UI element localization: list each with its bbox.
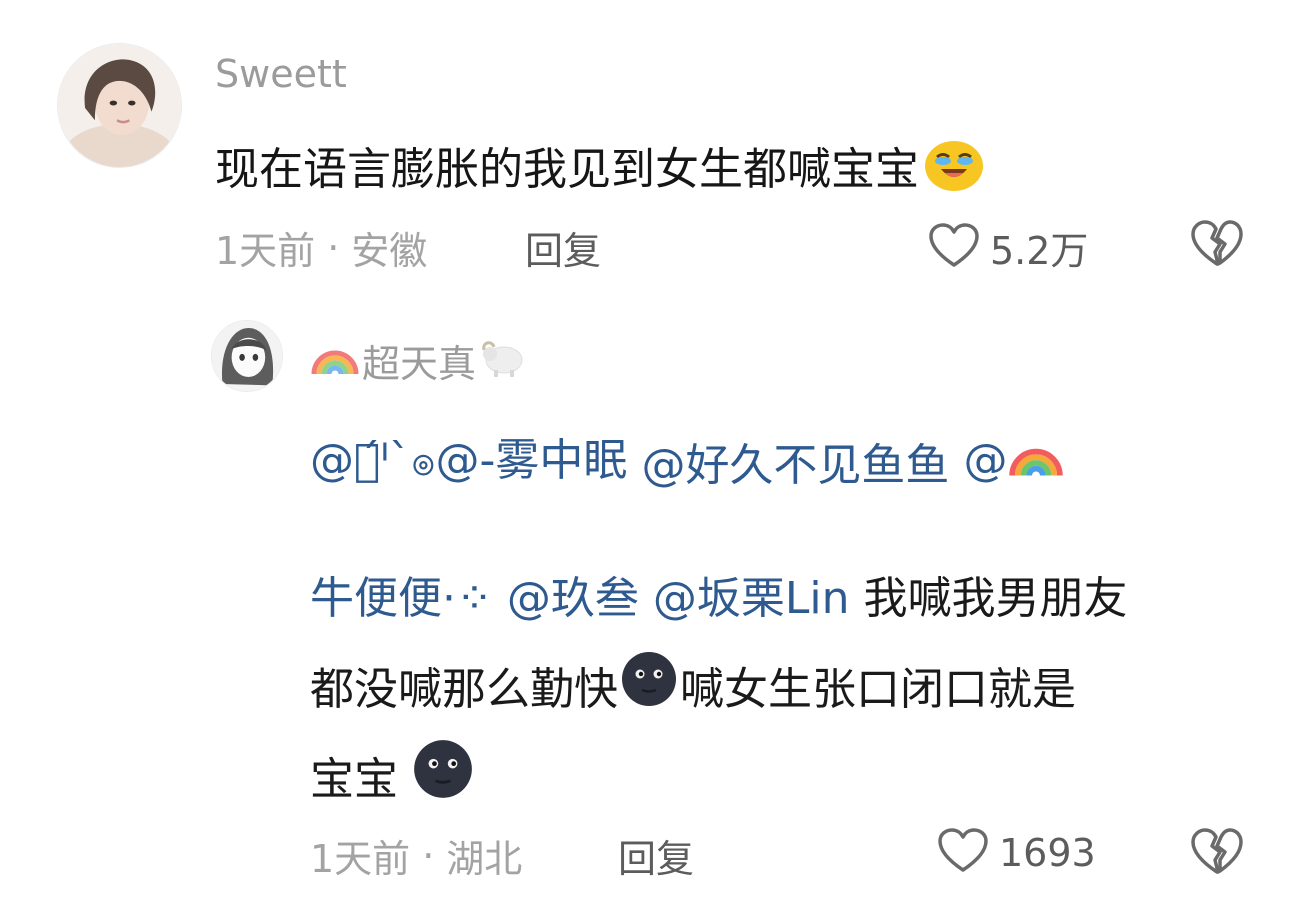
meta-separator: · xyxy=(327,225,340,270)
new-moon-face-emoji-icon xyxy=(412,738,474,811)
mention-link[interactable]: @ၜ́ᑊ`ၜ@-雾中眠 xyxy=(310,424,627,497)
reply-text-line: 都没喊那么勤快 喊女生张口闭口就是 xyxy=(310,650,1076,719)
heart-icon xyxy=(928,222,980,273)
comment-username[interactable]: Sweett xyxy=(215,52,347,96)
mention-link[interactable]: @坂栗Lin xyxy=(653,562,850,626)
reply-text-line: 宝宝 xyxy=(310,738,474,811)
mention-link[interactable]: @好久不见鱼鱼 xyxy=(641,429,949,493)
comment-dislike-button[interactable] xyxy=(1190,220,1244,272)
crying-laughing-emoji-icon xyxy=(923,138,985,193)
reply-text-line: 牛便便·⁘ @玖叁 @坂栗Lin 我喊我男朋友 xyxy=(310,562,1127,626)
reply-like-count: 1693 xyxy=(999,831,1096,875)
comment-location: 安徽 xyxy=(351,229,428,273)
avatar-sweett[interactable] xyxy=(57,43,182,168)
ram-icon xyxy=(478,334,528,387)
reply-meta: 1天前 · 湖北 xyxy=(310,828,522,883)
reply-mentions-line: @ၜ́ᑊ`ၜ@-雾中眠 @好久不见鱼鱼 @ xyxy=(310,424,1065,497)
comment-reply-button[interactable]: 回复 xyxy=(525,220,601,275)
reply-text-segment: 我喊我男朋友 xyxy=(863,573,1128,624)
meta-separator: · xyxy=(422,833,435,878)
reply-username: 超天真 xyxy=(362,342,477,386)
rainbow-icon xyxy=(310,334,360,387)
broken-heart-icon xyxy=(1190,220,1244,272)
reply-text-segment: 宝宝 xyxy=(310,753,398,805)
comment-like-button[interactable]: 5.2万 xyxy=(928,220,1088,275)
avatar-image xyxy=(58,44,181,167)
mention-link[interactable]: @ xyxy=(963,430,1065,491)
comment-time: 1天前 xyxy=(215,229,316,273)
mention-link[interactable]: @玖叁 xyxy=(507,562,639,626)
comment-meta: 1天前 · 安徽 xyxy=(215,220,427,275)
avatar-image xyxy=(212,321,282,391)
reply-dislike-button[interactable] xyxy=(1190,828,1244,880)
comment-text: 现在语言膨胀的我见到女生都喊宝宝 xyxy=(215,133,985,197)
comment-text-content: 现在语言膨胀的我见到女生都喊宝宝 xyxy=(215,144,919,195)
rainbow-icon xyxy=(1007,430,1065,491)
broken-heart-icon xyxy=(1190,828,1244,880)
mention-link[interactable]: 牛便便·⁘ xyxy=(310,562,493,626)
reply-location: 湖北 xyxy=(446,837,523,881)
reply-like-button[interactable]: 1693 xyxy=(937,828,1096,878)
new-moon-face-emoji-icon xyxy=(620,650,678,719)
comment-like-count: 5.2万 xyxy=(990,229,1089,273)
heart-icon xyxy=(937,828,989,878)
reply-text-segment: 喊女生张口闭口就是 xyxy=(680,663,1076,715)
reply-reply-button[interactable]: 回复 xyxy=(618,828,694,883)
reply-username-row[interactable]: 超天真 xyxy=(310,333,528,388)
reply-text-segment: 都没喊那么勤快 xyxy=(310,663,618,715)
reply-time: 1天前 xyxy=(310,837,411,881)
avatar-chaotianzhen[interactable] xyxy=(211,320,283,392)
